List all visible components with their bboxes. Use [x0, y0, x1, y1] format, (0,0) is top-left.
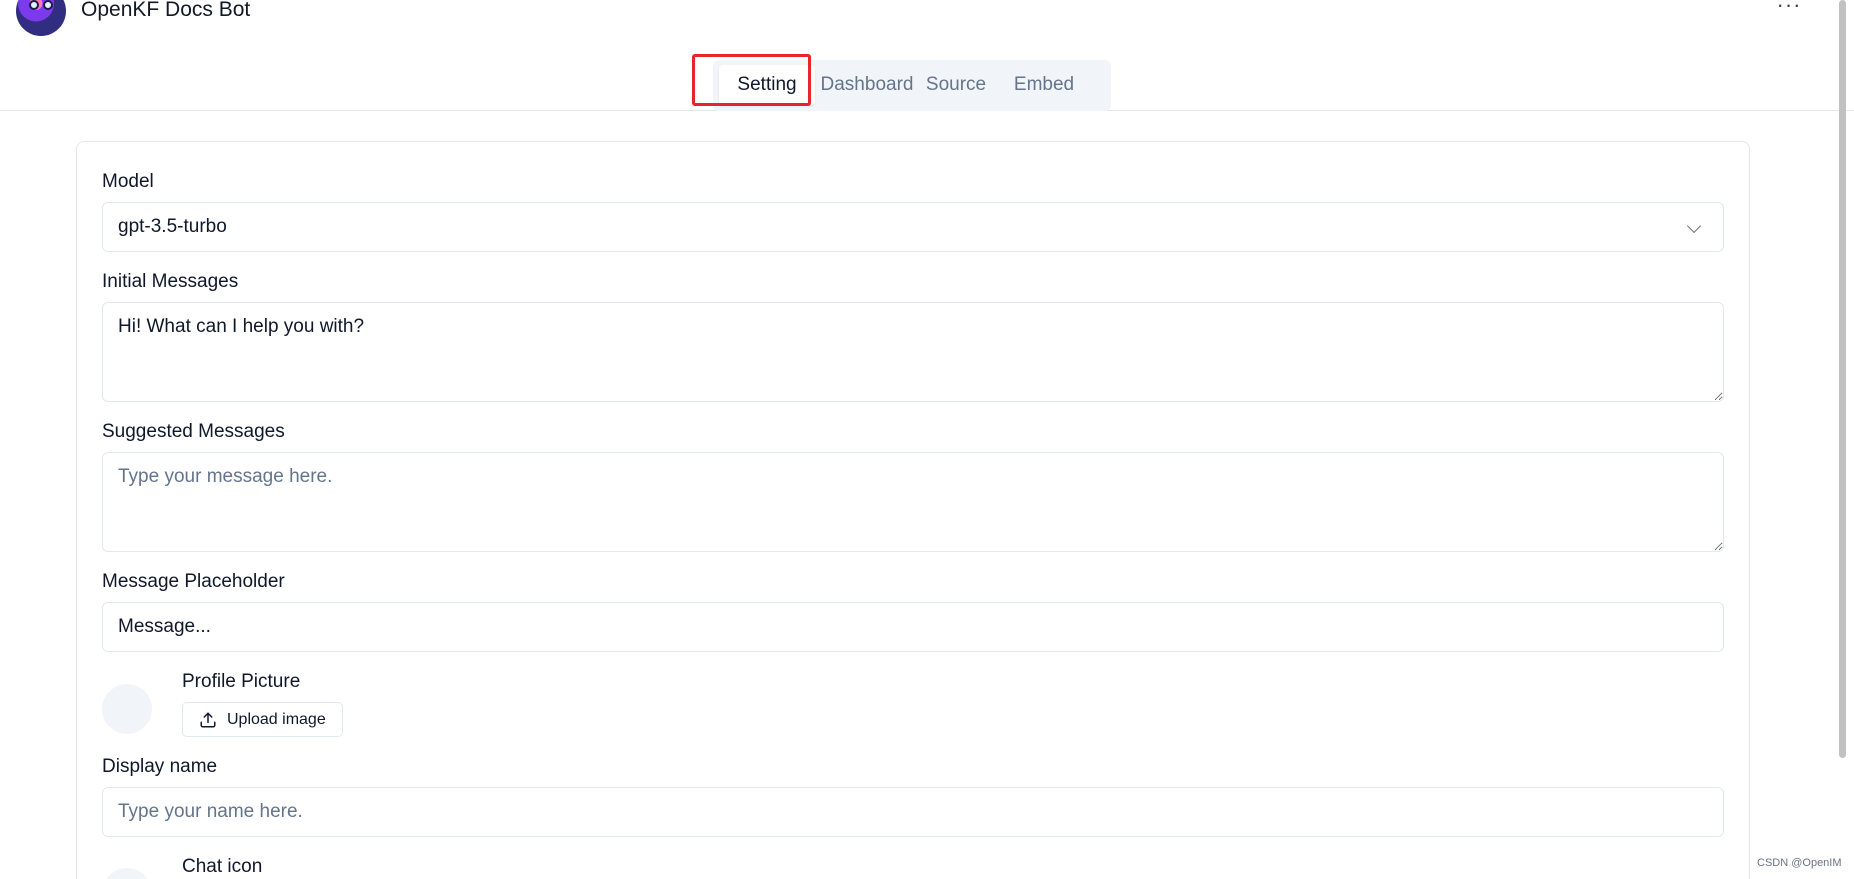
chevron-down-icon	[1686, 218, 1702, 234]
suggested-messages-textarea[interactable]	[102, 452, 1724, 552]
tab-list: Setting Dashboard Source Embed	[713, 60, 1111, 111]
bot-avatar	[16, 0, 66, 36]
model-label: Model	[102, 171, 154, 192]
suggested-messages-label: Suggested Messages	[102, 421, 285, 442]
message-placeholder-input[interactable]	[102, 602, 1724, 652]
avatar-eye-left	[29, 0, 39, 10]
upload-image-label: Upload image	[227, 711, 326, 728]
profile-picture-label: Profile Picture	[182, 671, 301, 692]
display-name-input[interactable]	[102, 787, 1724, 837]
tab-embed[interactable]: Embed	[993, 65, 1095, 105]
app-window: OpenKF Docs Bot ··· Setting Dashboard So…	[0, 0, 1854, 879]
tab-source[interactable]: Source	[919, 65, 993, 105]
page-scrollbar[interactable]	[1839, 0, 1846, 758]
tab-dashboard[interactable]: Dashboard	[815, 65, 919, 105]
tab-setting[interactable]: Setting	[719, 65, 815, 105]
initial-messages-label: Initial Messages	[102, 271, 239, 292]
avatar-eye-right	[43, 0, 53, 10]
upload-icon	[200, 712, 216, 728]
model-select-value: gpt-3.5-turbo	[118, 216, 227, 237]
watermark-text: CSDN @OpenIM	[1757, 857, 1842, 869]
display-name-label: Display name	[102, 756, 218, 777]
ellipsis-icon[interactable]: ···	[1774, 0, 1804, 20]
bot-title: OpenKF Docs Bot	[81, 0, 251, 21]
profile-picture-preview	[102, 684, 152, 734]
model-select[interactable]: gpt-3.5-turbo	[102, 202, 1724, 252]
upload-image-button[interactable]: Upload image	[182, 702, 343, 737]
initial-messages-textarea[interactable]: Hi! What can I help you with?	[102, 302, 1724, 402]
chat-icon-label: Chat icon	[182, 856, 263, 877]
message-placeholder-label: Message Placeholder	[102, 571, 285, 592]
